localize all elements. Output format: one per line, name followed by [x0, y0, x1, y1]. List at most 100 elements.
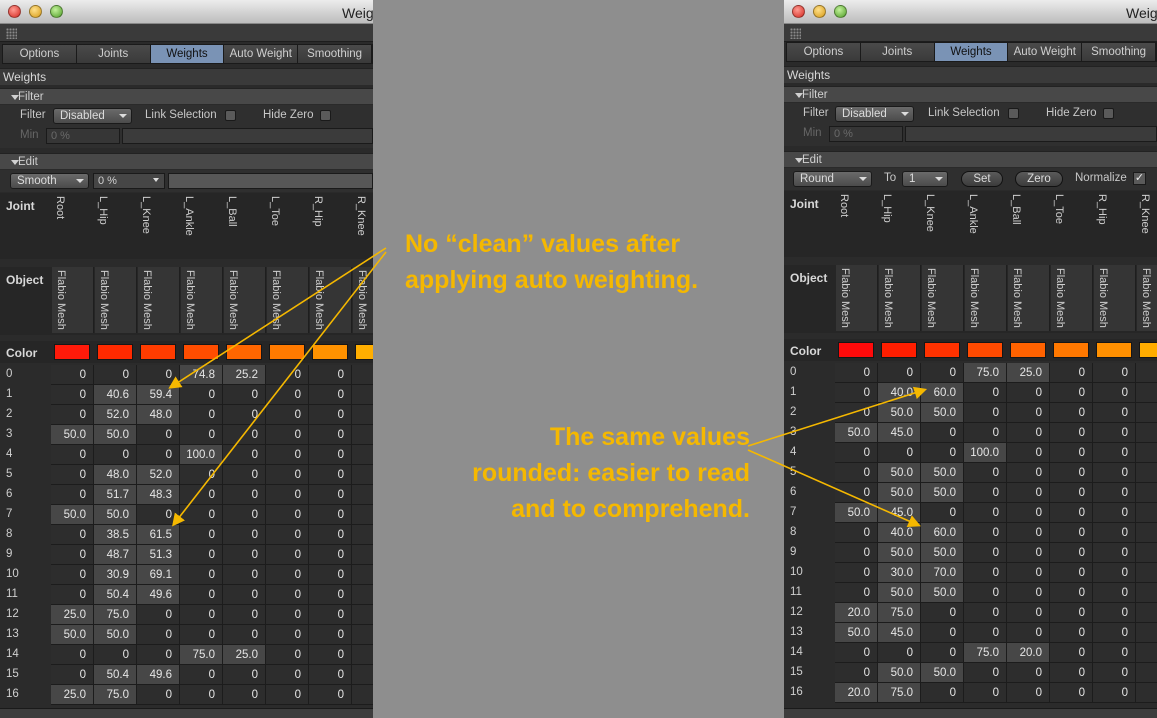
- tab-smoothing[interactable]: Smoothing: [1082, 43, 1156, 61]
- weight-cell[interactable]: 0: [223, 625, 266, 645]
- weight-cell[interactable]: 0: [878, 363, 921, 383]
- zoom-icon[interactable]: [834, 5, 847, 18]
- close-icon[interactable]: [8, 5, 21, 18]
- weight-cell[interactable]: 0: [1050, 503, 1093, 523]
- weight-cell[interactable]: 0: [835, 563, 878, 583]
- weight-cell[interactable]: 0: [309, 445, 352, 465]
- weight-cell[interactable]: 0: [180, 545, 223, 565]
- weight-cell[interactable]: 0: [964, 403, 1007, 423]
- weight-cell[interactable]: 0: [1093, 503, 1136, 523]
- joint-color-swatch[interactable]: [881, 342, 917, 358]
- weight-cell[interactable]: 0: [921, 683, 964, 703]
- weight-cell[interactable]: 50.0: [878, 583, 921, 603]
- weight-cell[interactable]: 0: [94, 645, 137, 665]
- joint-color-swatch[interactable]: [97, 344, 133, 360]
- weight-cell[interactable]: 51.7: [94, 485, 137, 505]
- weight-cell[interactable]: 25.0: [51, 685, 94, 705]
- weight-cell[interactable]: 0: [51, 405, 94, 425]
- zoom-icon[interactable]: [50, 5, 63, 18]
- minimize-icon[interactable]: [29, 5, 42, 18]
- joint-column-header[interactable]: R_Hip: [1093, 191, 1136, 257]
- weight-cell[interactable]: [352, 485, 373, 505]
- weight-cell[interactable]: 0: [835, 523, 878, 543]
- weight-cell[interactable]: 25.0: [51, 605, 94, 625]
- close-icon[interactable]: [792, 5, 805, 18]
- weight-cell[interactable]: 0: [1050, 663, 1093, 683]
- weight-cell[interactable]: 0: [180, 405, 223, 425]
- weight-cell[interactable]: 50.0: [51, 505, 94, 525]
- weight-cell[interactable]: 0: [964, 463, 1007, 483]
- joint-column-header[interactable]: Root: [835, 191, 878, 257]
- weight-cell[interactable]: [352, 545, 373, 565]
- weight-cell[interactable]: 0: [1136, 623, 1157, 643]
- weight-cell[interactable]: 40.0: [878, 523, 921, 543]
- joint-column-header[interactable]: L_Toe: [1050, 191, 1093, 257]
- weight-cell[interactable]: 0: [309, 485, 352, 505]
- weight-cell[interactable]: 75.0: [94, 685, 137, 705]
- joint-color-swatch[interactable]: [1096, 342, 1132, 358]
- min-field[interactable]: 0 %: [46, 128, 120, 144]
- weight-cell[interactable]: 0: [1007, 423, 1050, 443]
- weight-cell[interactable]: 50.0: [921, 663, 964, 683]
- weight-cell[interactable]: 0: [1136, 403, 1157, 423]
- weight-cell[interactable]: 0: [223, 525, 266, 545]
- weight-cell[interactable]: 0: [1050, 383, 1093, 403]
- weight-cell[interactable]: 0: [94, 445, 137, 465]
- weight-cell[interactable]: 0: [137, 625, 180, 645]
- weight-cell[interactable]: 50.0: [921, 483, 964, 503]
- weight-cell[interactable]: 0: [1136, 543, 1157, 563]
- weight-cell[interactable]: 0: [1093, 523, 1136, 543]
- weight-cell[interactable]: 50.0: [51, 625, 94, 645]
- weight-cell[interactable]: 0: [309, 625, 352, 645]
- weight-cell[interactable]: 0: [51, 645, 94, 665]
- weight-cell[interactable]: 0: [180, 625, 223, 645]
- weight-cell[interactable]: 50.4: [94, 665, 137, 685]
- weight-cell[interactable]: 0: [1093, 463, 1136, 483]
- weight-cell[interactable]: [352, 405, 373, 425]
- weight-cell[interactable]: 0: [1007, 563, 1050, 583]
- weight-cell[interactable]: 0: [1007, 543, 1050, 563]
- weight-cell[interactable]: 0: [51, 525, 94, 545]
- weight-cell[interactable]: 0: [1050, 543, 1093, 563]
- weight-cell[interactable]: 0: [921, 443, 964, 463]
- joint-column-header[interactable]: L_Toe: [266, 193, 309, 259]
- weight-cell[interactable]: 0: [309, 645, 352, 665]
- weight-cell[interactable]: 49.6: [137, 665, 180, 685]
- weight-cell[interactable]: 50.0: [878, 543, 921, 563]
- weight-cell[interactable]: 0: [266, 605, 309, 625]
- weight-cell[interactable]: 0: [1093, 363, 1136, 383]
- joint-color-swatch[interactable]: [838, 342, 874, 358]
- weight-cell[interactable]: 0: [1093, 543, 1136, 563]
- min-field[interactable]: 0 %: [829, 126, 903, 142]
- joint-column-header[interactable]: R_Hip: [309, 193, 352, 259]
- tab-weights[interactable]: Weights: [934, 43, 1009, 61]
- weight-cell[interactable]: 20.0: [835, 603, 878, 623]
- weight-cell[interactable]: 40.6: [94, 385, 137, 405]
- weight-cell[interactable]: [352, 625, 373, 645]
- weight-cell[interactable]: 0: [266, 525, 309, 545]
- weight-cell[interactable]: 0: [180, 525, 223, 545]
- round-to-dropdown[interactable]: 1: [902, 171, 948, 187]
- weight-cell[interactable]: 0: [921, 423, 964, 443]
- weight-cell[interactable]: 0: [180, 665, 223, 685]
- min-slider[interactable]: [905, 126, 1157, 142]
- weight-cell[interactable]: 0: [223, 465, 266, 485]
- weight-cell[interactable]: 0: [835, 643, 878, 663]
- tab-smoothing[interactable]: Smoothing: [298, 45, 372, 63]
- weight-cell[interactable]: 0: [1093, 583, 1136, 603]
- weight-cell[interactable]: 0: [964, 523, 1007, 543]
- weight-cell[interactable]: 0: [1050, 443, 1093, 463]
- weight-cell[interactable]: 49.6: [137, 585, 180, 605]
- weight-cell[interactable]: 0: [1136, 683, 1157, 703]
- weight-cell[interactable]: 38.5: [94, 525, 137, 545]
- weight-cell[interactable]: 0: [921, 363, 964, 383]
- weight-cell[interactable]: 0: [835, 483, 878, 503]
- weight-cell[interactable]: 0: [309, 405, 352, 425]
- joint-color-swatch[interactable]: [355, 344, 373, 360]
- weight-cell[interactable]: 100.0: [964, 443, 1007, 463]
- weight-cell[interactable]: 0: [964, 583, 1007, 603]
- weight-cell[interactable]: 48.0: [137, 405, 180, 425]
- weight-cell[interactable]: [352, 385, 373, 405]
- weight-cell[interactable]: 45.0: [878, 623, 921, 643]
- tab-auto-weight[interactable]: Auto Weight: [224, 45, 299, 63]
